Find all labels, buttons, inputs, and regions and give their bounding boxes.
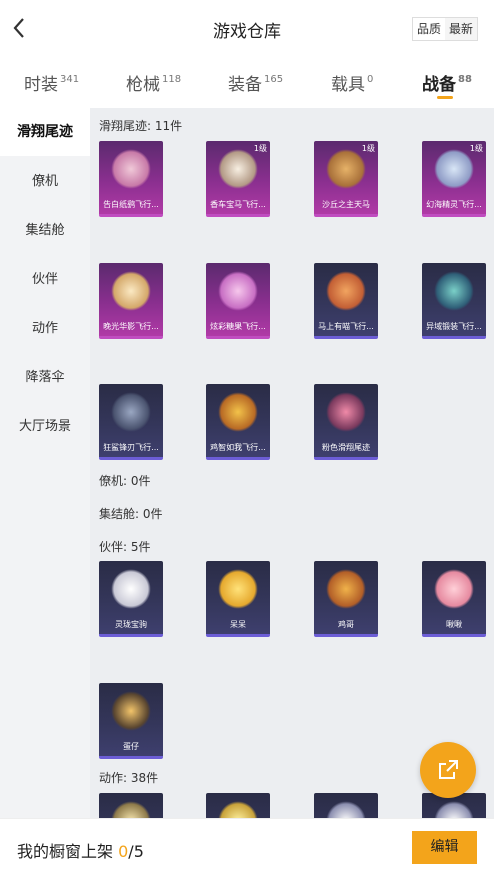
section-title-action: 动作: 38件 bbox=[99, 771, 159, 785]
item-thumbnail bbox=[434, 149, 474, 189]
item-thumbnail bbox=[111, 271, 151, 311]
item-card[interactable]: 1级 香车宝马飞行... bbox=[206, 141, 270, 217]
sort-quality-button[interactable]: 品质 bbox=[412, 18, 445, 40]
item-card[interactable]: 异域锻装飞行... bbox=[422, 263, 486, 339]
section-title-partner: 伙伴: 5件 bbox=[99, 540, 151, 554]
external-link-icon bbox=[439, 760, 458, 779]
item-thumbnail bbox=[434, 271, 474, 311]
item-card[interactable] bbox=[99, 793, 163, 818]
active-tab-indicator bbox=[437, 96, 453, 99]
item-card[interactable]: 鸡智如我飞行... bbox=[206, 384, 270, 460]
edit-button[interactable]: 编辑 bbox=[412, 831, 477, 864]
item-thumbnail bbox=[111, 801, 151, 818]
header: 游戏仓库 品质 最新 bbox=[0, 0, 494, 58]
item-thumbnail bbox=[111, 691, 151, 731]
item-thumbnail bbox=[218, 149, 258, 189]
item-thumbnail bbox=[326, 149, 366, 189]
category-tabs: 时装 341 枪械 118 装备 165 载具 0 战备 88 bbox=[0, 58, 494, 108]
section-title-assembly-pod: 集结舱: 0件 bbox=[99, 507, 163, 521]
item-card[interactable]: 呆呆 bbox=[206, 561, 270, 637]
item-thumbnail bbox=[326, 569, 366, 609]
sort-toggle[interactable]: 品质 最新 bbox=[411, 17, 478, 41]
footer-bar: 我的橱窗上架 0/5 编辑 bbox=[0, 818, 494, 875]
tab-fashion[interactable]: 时装 341 bbox=[24, 70, 79, 95]
sidebar-item-glide-trail[interactable]: 滑翔尾迹 bbox=[0, 108, 90, 156]
item-grid: 滑翔尾迹: 11件 告白纸鹞飞行... 1级 香车宝马飞行... 1级 沙丘之主… bbox=[90, 108, 494, 818]
sidebar-item-partner[interactable]: 伙伴 bbox=[0, 256, 90, 304]
sidebar-item-action[interactable]: 动作 bbox=[0, 305, 90, 353]
item-card[interactable]: 晚光华影飞行... bbox=[99, 263, 163, 339]
sidebar-item-parachute[interactable]: 降落伞 bbox=[0, 354, 90, 402]
item-card[interactable]: 粉色滑翔尾迹 bbox=[314, 384, 378, 460]
item-thumbnail bbox=[326, 801, 366, 818]
item-thumbnail bbox=[218, 271, 258, 311]
item-card[interactable]: 1级 幻海精灵飞行... bbox=[422, 141, 486, 217]
showcase-status: 我的橱窗上架 0/5 bbox=[17, 842, 144, 861]
sidebar: 滑翔尾迹 僚机 集结舱 伙伴 动作 降落伞 大厅场景 bbox=[0, 108, 90, 818]
tab-vehicle[interactable]: 载具 0 bbox=[331, 70, 373, 95]
item-thumbnail bbox=[111, 149, 151, 189]
item-card[interactable]: 啾啾 bbox=[422, 561, 486, 637]
item-card[interactable]: 鸡哥 bbox=[314, 561, 378, 637]
section-title-wingman: 僚机: 0件 bbox=[99, 474, 151, 488]
item-thumbnail bbox=[218, 801, 258, 818]
item-thumbnail bbox=[434, 569, 474, 609]
tab-combat-gear[interactable]: 战备 88 bbox=[422, 70, 472, 95]
sort-latest-button[interactable]: 最新 bbox=[445, 18, 477, 40]
item-card[interactable]: 炫彩糖果飞行... bbox=[206, 263, 270, 339]
sidebar-item-wingman[interactable]: 僚机 bbox=[0, 158, 90, 206]
item-thumbnail bbox=[434, 801, 474, 818]
share-button[interactable] bbox=[420, 742, 476, 798]
item-card[interactable]: 灵珑宝驹 bbox=[99, 561, 163, 637]
item-card[interactable] bbox=[314, 793, 378, 818]
item-thumbnail bbox=[218, 392, 258, 432]
item-card[interactable]: 蛋仔 bbox=[99, 683, 163, 759]
item-card[interactable]: 狂鲨锋刃飞行... bbox=[99, 384, 163, 460]
item-thumbnail bbox=[111, 392, 151, 432]
tab-firearms[interactable]: 枪械 118 bbox=[126, 70, 181, 95]
item-thumbnail bbox=[111, 569, 151, 609]
item-card[interactable] bbox=[206, 793, 270, 818]
section-title-glide-trail: 滑翔尾迹: 11件 bbox=[99, 119, 183, 133]
item-card[interactable]: 告白纸鹞飞行... bbox=[99, 141, 163, 217]
sidebar-item-assembly-pod[interactable]: 集结舱 bbox=[0, 207, 90, 255]
item-thumbnail bbox=[326, 271, 366, 311]
item-card[interactable]: 马上有喵飞行... bbox=[314, 263, 378, 339]
tab-equipment[interactable]: 装备 165 bbox=[228, 70, 283, 95]
item-card[interactable]: 1级 沙丘之主天马 bbox=[314, 141, 378, 217]
item-thumbnail bbox=[326, 392, 366, 432]
sidebar-item-lobby-scene[interactable]: 大厅场景 bbox=[0, 403, 90, 451]
item-thumbnail bbox=[218, 569, 258, 609]
